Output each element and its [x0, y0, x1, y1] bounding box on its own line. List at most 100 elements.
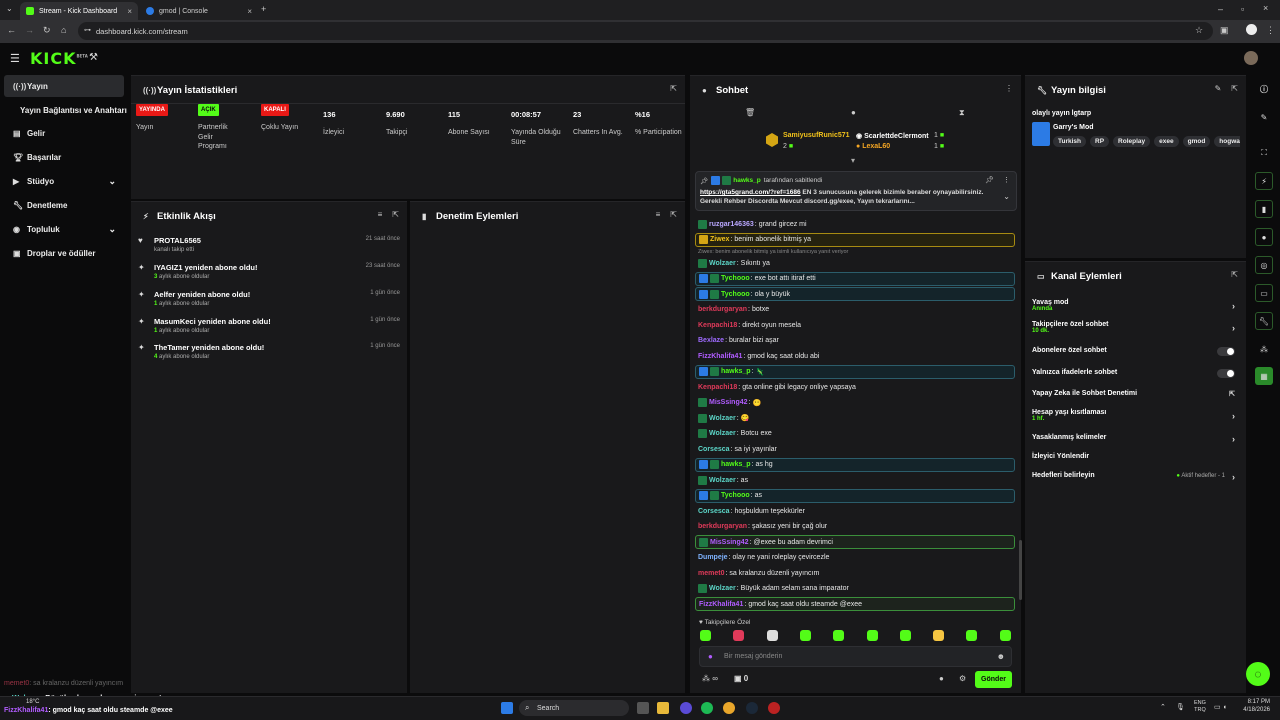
info-icon[interactable]: ⓘ	[1255, 80, 1273, 98]
chat-username[interactable]: Kenpachi18	[698, 384, 737, 391]
kick-logo[interactable]: KICKBETA	[30, 49, 88, 68]
maximize-icon[interactable]: ▫	[1241, 4, 1244, 14]
popout-icon[interactable]: ⇱	[392, 210, 399, 219]
send-button[interactable]: Gönder	[975, 671, 1012, 688]
tag[interactable]: gmod	[1182, 136, 1211, 147]
chat-username[interactable]: Tychooo	[721, 275, 750, 282]
filter-icon[interactable]: ≡	[378, 210, 383, 219]
taskbar-search[interactable]: ⌕ Search	[519, 700, 629, 716]
emote-icon[interactable]	[999, 630, 1011, 641]
emote-icon[interactable]	[866, 630, 878, 641]
chat-settings-bubble-icon[interactable]: ●	[851, 108, 856, 117]
chat-username[interactable]: Kenpachi18	[698, 322, 737, 329]
weather-temp[interactable]: 18°C	[26, 699, 39, 705]
chat-username[interactable]: MisSsing42	[710, 539, 749, 546]
emote-icon[interactable]	[766, 630, 778, 641]
tag[interactable]: exee	[1154, 136, 1179, 147]
file-explorer-icon[interactable]	[657, 702, 669, 714]
chat-username[interactable]: Ziwex	[710, 236, 729, 243]
tray-chevron-icon[interactable]: ⌃	[1160, 703, 1166, 711]
gift-counter[interactable]: ▣ 0	[734, 674, 748, 683]
leader-row[interactable]: ◉ ScarlettdeClermont	[856, 132, 929, 140]
sidebar-item-denetleme[interactable]: 🔧︎ Denetleme	[4, 194, 124, 216]
broadcast-icon[interactable]: ◎	[1255, 256, 1273, 274]
chat-username[interactable]: hawks_p	[721, 368, 751, 375]
expand-leaderboard-icon[interactable]: ▾	[851, 156, 855, 165]
action-raid[interactable]: İzleyici Yönlendir	[1032, 453, 1237, 460]
document-icon[interactable]: ▮	[1255, 200, 1273, 218]
chat-username[interactable]: Dumpeje	[698, 554, 728, 561]
action-subscribers-only[interactable]: Abonelere özel sohbet	[1032, 347, 1237, 356]
unpin-icon[interactable]: 📌︎	[985, 176, 994, 184]
category-thumbnail[interactable]	[1032, 122, 1050, 146]
action-ai-moderation[interactable]: Yapay Zeka ile Sohbet Denetimi ⇱	[1032, 390, 1237, 398]
back-icon[interactable]: ←	[7, 25, 16, 35]
tab-kick-dashboard[interactable]: Stream - Kick Dashboard ×	[20, 2, 138, 20]
emote-icon[interactable]	[966, 630, 978, 641]
emote-icon[interactable]	[700, 630, 711, 641]
expand-icon[interactable]: ⛶	[1255, 144, 1273, 162]
chat-username[interactable]: Wolzaer	[709, 585, 736, 592]
help-chat-button[interactable]: ◌	[1246, 662, 1270, 686]
network-icon[interactable]: ▭ ◖	[1214, 703, 1227, 711]
chat-username[interactable]: Bexlaze	[698, 337, 724, 344]
chat-menu-icon[interactable]: ⋮	[1005, 84, 1013, 93]
chat-username[interactable]: Tychooo	[721, 492, 750, 499]
category-name[interactable]: Garry's Mod	[1053, 124, 1094, 131]
tag[interactable]: RP	[1090, 136, 1110, 147]
sidebar-item-droplar[interactable]: ▣ Droplar ve ödüller	[4, 242, 124, 264]
discord-icon[interactable]	[680, 702, 692, 714]
popout-icon[interactable]: ⇱	[670, 210, 677, 219]
channel-points[interactable]: ⁂ ∞	[702, 674, 718, 683]
tag[interactable]: Roleplay	[1113, 136, 1151, 147]
emote-icon[interactable]	[733, 630, 745, 641]
emote-icon[interactable]	[799, 630, 811, 641]
sidebar-item-stream-key[interactable]: Yayın Bağlantısı ve Anahtarı	[4, 99, 128, 121]
close-tab-icon[interactable]: ×	[247, 7, 252, 16]
language-indicator[interactable]: ENG TRQ	[1194, 700, 1206, 713]
sidebar-item-topluluk[interactable]: ◉ Topluluk ⌄	[4, 218, 124, 240]
sidebar-item-studyo[interactable]: ▶ Stüdyo ⌄	[4, 170, 124, 192]
spotify-icon[interactable]	[701, 702, 713, 714]
url-bar[interactable]: dashboard.kick.com/stream	[78, 22, 1213, 40]
trash-icon[interactable]: 🗑︎	[745, 108, 755, 117]
action-slow-mode[interactable]: Yavaş mod Anında ›	[1032, 299, 1237, 312]
subscribers-only-toggle[interactable]	[1217, 347, 1235, 356]
chrome-icon[interactable]	[723, 702, 735, 714]
chat-username[interactable]: MisSsing42	[709, 399, 748, 406]
emoji-picker-icon[interactable]: ☻	[997, 652, 1005, 661]
task-view-icon[interactable]	[637, 702, 649, 714]
hammer-icon[interactable]: ⚒	[89, 52, 98, 63]
emote-icon[interactable]	[833, 630, 845, 641]
windows-start-icon[interactable]	[501, 702, 513, 714]
edit-pencil-icon[interactable]: ✎	[1215, 84, 1222, 93]
home-icon[interactable]: ⌂	[61, 25, 66, 35]
window-close-icon[interactable]: ×	[1263, 3, 1268, 13]
profile-avatar[interactable]	[1246, 24, 1257, 35]
app-icon[interactable]: ▦	[1255, 367, 1273, 385]
forward-icon[interactable]: →	[25, 25, 34, 35]
sidebar-item-yayin[interactable]: ((·)) Yayın	[4, 75, 124, 97]
chat-input[interactable]: ● Bir mesaj gönderin ☻	[699, 646, 1012, 667]
popout-icon[interactable]: ⇱	[670, 84, 677, 93]
chat-username[interactable]: hawks_p	[721, 461, 751, 468]
site-info-icon[interactable]: ⊶	[84, 26, 91, 34]
chat-username[interactable]: FizzKhalifa41	[699, 601, 743, 608]
hamburger-menu-icon[interactable]: ☰	[10, 52, 20, 65]
chat-username[interactable]: Tychooo	[721, 291, 750, 298]
chat-bubble-icon[interactable]: ●	[939, 674, 944, 683]
sidebar-item-basarilar[interactable]: 🏆︎ Başarılar	[4, 146, 124, 168]
chat-username[interactable]: Corsesca	[698, 508, 730, 515]
action-goals[interactable]: Hedefleri belirleyin ● Aktif hedefler - 1…	[1032, 472, 1237, 482]
chat-username[interactable]: berkdurgaryan	[698, 306, 747, 313]
microphone-icon[interactable]: ●	[708, 652, 713, 661]
action-banned-words[interactable]: Yasaklanmış kelimeler ›	[1032, 434, 1237, 444]
chat-username[interactable]: Wolzaer	[709, 260, 736, 267]
hourglass-icon[interactable]: ⧗	[959, 108, 965, 118]
tab-gmod-console[interactable]: gmod | Console ×	[140, 2, 258, 20]
tag[interactable]: Turkish	[1053, 136, 1086, 147]
pinned-menu-icon[interactable]: ⋮	[1003, 176, 1010, 184]
reload-icon[interactable]: ↻	[43, 25, 51, 36]
chat-username[interactable]: ruzgar146363	[709, 221, 754, 228]
browser-menu-icon[interactable]: ⋮	[1266, 25, 1275, 36]
